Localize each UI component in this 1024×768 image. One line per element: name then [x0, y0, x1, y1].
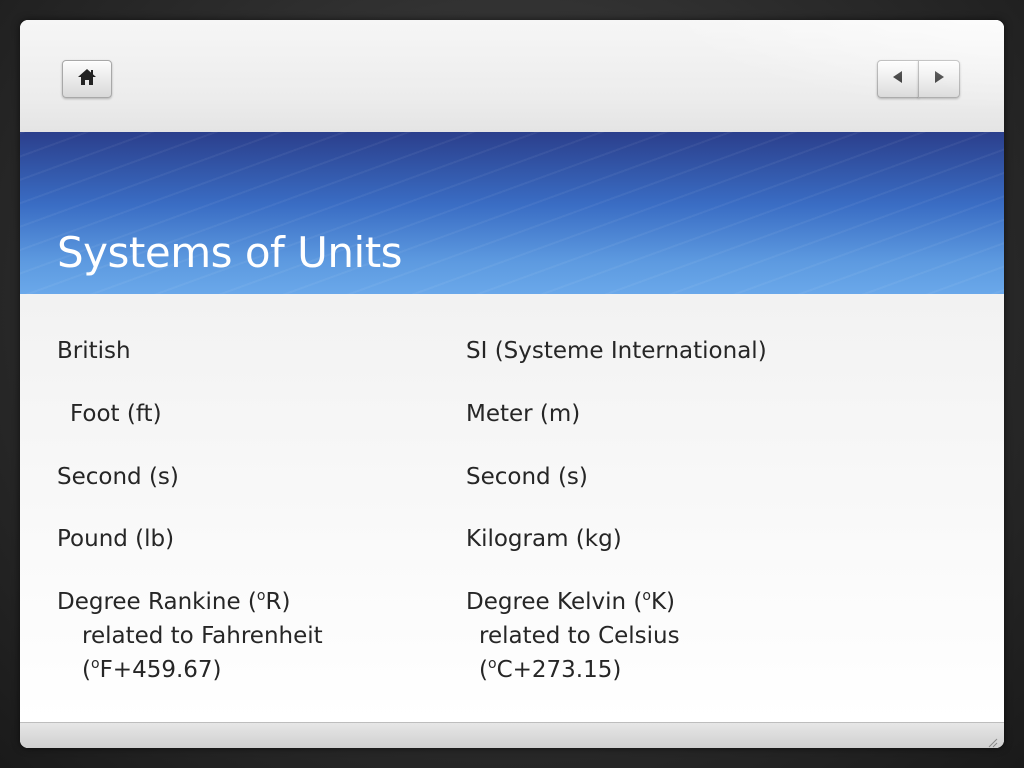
resize-grip-icon[interactable]: [986, 733, 998, 748]
degree-superscript: o: [90, 656, 100, 672]
temperature-label: Degree Kelvin (: [466, 589, 643, 615]
slide-card: Systems of Units British Foot (ft) Secon…: [20, 20, 1004, 748]
next-slide-button[interactable]: [918, 60, 960, 98]
temperature-formula: (oF+459.67): [57, 653, 222, 687]
degree-superscript: o: [642, 588, 651, 604]
bottom-bar: [20, 722, 1004, 748]
temperature-item: Degree Rankine (oR): [57, 585, 290, 619]
list-item: Foot (ft): [70, 401, 162, 427]
temperature-item: Degree Kelvin (oK): [466, 585, 675, 619]
list-item: Second (s): [57, 464, 179, 490]
list-item: Second (s): [466, 464, 588, 490]
list-item: Pound (lb): [57, 526, 175, 552]
list-item: Meter (m): [466, 401, 581, 427]
temperature-relation: related to Celsius: [479, 623, 680, 649]
formula-rest: F+459.67): [99, 657, 222, 683]
column-heading: British: [57, 338, 131, 364]
top-toolbar: [20, 20, 1004, 132]
formula-open: (: [479, 657, 488, 683]
list-item: Kilogram (kg): [466, 526, 622, 552]
degree-superscript: o: [487, 656, 497, 672]
previous-slide-button[interactable]: [877, 60, 919, 98]
arrow-right-icon: [931, 69, 947, 89]
slide-title: Systems of Units: [57, 228, 403, 277]
title-band: Systems of Units: [20, 132, 1004, 294]
temperature-relation: related to Fahrenheit: [82, 623, 323, 649]
temperature-label-end: K): [650, 589, 676, 615]
temperature-label-end: R): [265, 589, 291, 615]
column-heading: SI (Systeme International): [466, 338, 767, 364]
navigation-buttons: [877, 60, 960, 98]
slide-content: British Foot (ft) Second (s) Pound (lb) …: [20, 294, 1004, 722]
arrow-left-icon: [890, 69, 906, 89]
formula-rest: C+273.15): [496, 657, 622, 683]
temperature-formula: (oC+273.15): [466, 653, 621, 687]
home-button[interactable]: [62, 60, 112, 98]
temperature-label: Degree Rankine (: [57, 589, 257, 615]
formula-open: (: [82, 657, 91, 683]
home-icon: [76, 67, 98, 91]
